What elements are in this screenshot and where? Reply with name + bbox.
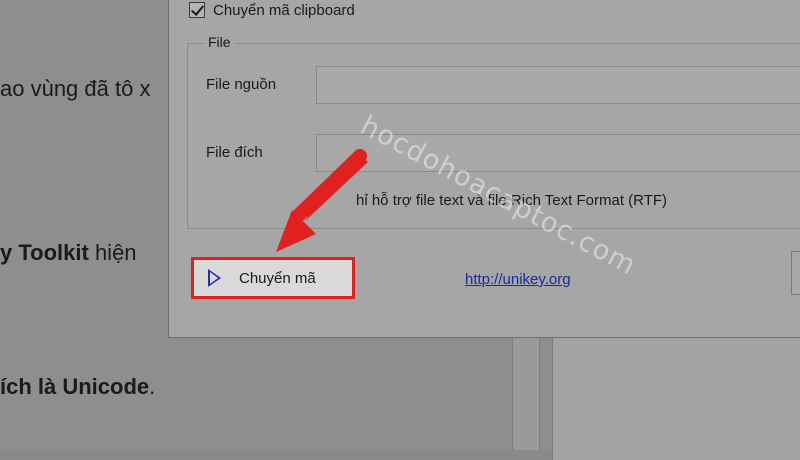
- document-bold-text: ích là: [0, 374, 63, 399]
- convert-button-label: Chuyển mã: [239, 269, 316, 287]
- destination-file-input[interactable]: [316, 134, 800, 172]
- source-file-input[interactable]: [316, 66, 800, 104]
- side-panel: [552, 330, 800, 460]
- convert-button[interactable]: Chuyển mã: [191, 257, 355, 299]
- file-group: File File nguồn File đích hỉ hỗ trợ file…: [187, 34, 800, 229]
- document-text: ao vùng đã tô x: [0, 76, 151, 101]
- document-line: y Toolkit hiện: [0, 240, 137, 266]
- play-icon: [208, 269, 221, 287]
- clipboard-checkbox[interactable]: [189, 2, 205, 18]
- document-line: ao vùng đã tô x: [0, 76, 150, 102]
- destination-file-label: File đích: [206, 144, 263, 161]
- file-group-title: File: [204, 34, 235, 50]
- clipboard-checkbox-row[interactable]: Chuyển mã clipboard: [189, 0, 355, 23]
- scrollbar[interactable]: [512, 330, 540, 450]
- document-line: ích là Unicode.: [0, 374, 155, 400]
- document-text: .: [149, 374, 156, 399]
- document-bold-text: y Toolkit: [0, 240, 89, 265]
- unikey-link[interactable]: http://unikey.org: [465, 271, 571, 288]
- document-bold-text: Unicode: [62, 374, 150, 399]
- supported-formats-note: hỉ hỗ trợ file text và file Rich Text Fo…: [356, 192, 668, 209]
- clipboard-checkbox-label[interactable]: Chuyển mã clipboard: [213, 2, 355, 19]
- dialog-edge-button[interactable]: [791, 251, 800, 295]
- document-text: hiện: [88, 240, 137, 265]
- unikey-toolkit-dialog: Chuyển mã clipboard File File nguồn File…: [168, 0, 800, 338]
- source-file-label: File nguồn: [206, 76, 277, 93]
